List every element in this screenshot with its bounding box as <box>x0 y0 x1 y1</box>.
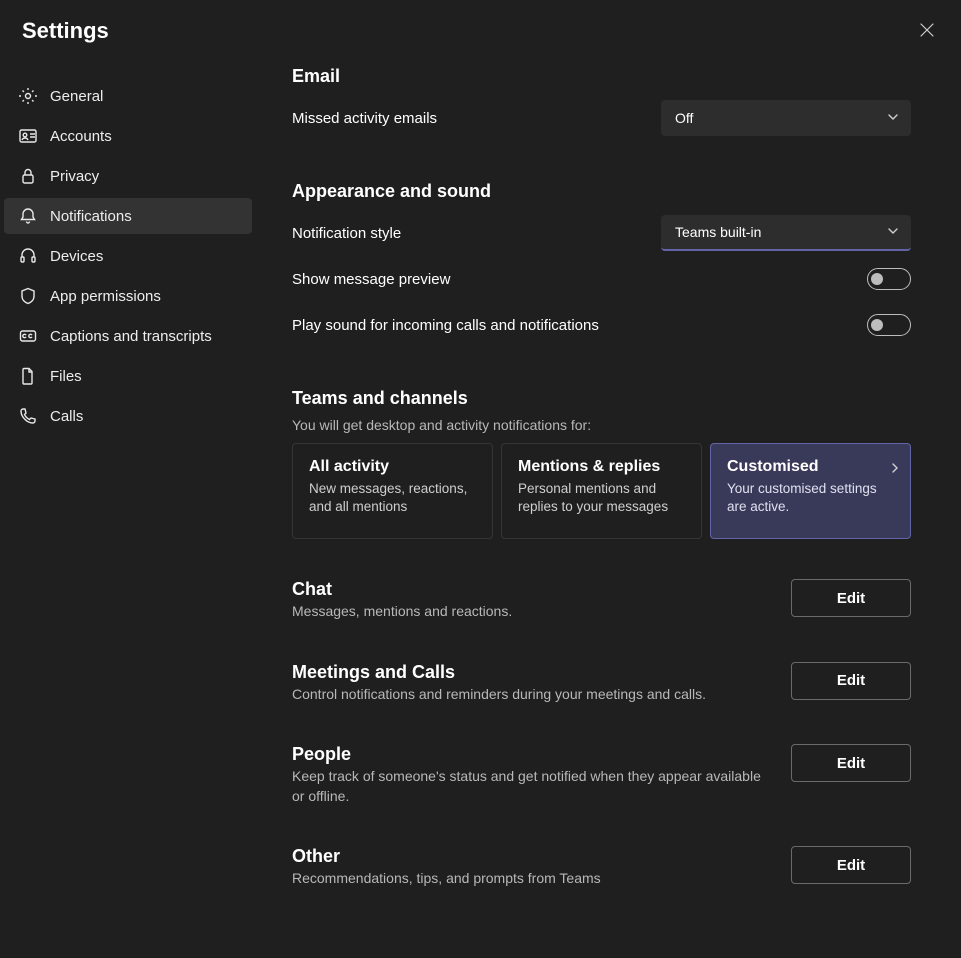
sidebar-item-label: Captions and transcripts <box>50 328 212 345</box>
select-value: Teams built-in <box>675 224 761 240</box>
card-customised[interactable]: Customised Your customised settings are … <box>710 443 911 539</box>
chevron-down-icon <box>887 224 899 240</box>
card-title: Mentions & replies <box>518 458 685 476</box>
shield-icon <box>18 286 38 306</box>
edit-button-other[interactable]: Edit <box>791 846 911 884</box>
sidebar-item-devices[interactable]: Devices <box>4 238 252 274</box>
id-card-icon <box>18 126 38 146</box>
file-icon <box>18 366 38 386</box>
sidebar-item-accounts[interactable]: Accounts <box>4 118 252 154</box>
bell-icon <box>18 206 38 226</box>
sidebar-item-label: General <box>50 88 103 105</box>
section-title-people: People <box>292 744 771 765</box>
sidebar-item-label: Calls <box>50 408 83 425</box>
sidebar-item-captions-transcripts[interactable]: Captions and transcripts <box>4 318 252 354</box>
sidebar: General Accounts Privacy Notifications D <box>0 54 256 954</box>
edit-button-meetings[interactable]: Edit <box>791 662 911 700</box>
page-title: Settings <box>22 18 109 44</box>
chevron-down-icon <box>887 110 899 126</box>
select-notification-style[interactable]: Teams built-in <box>661 215 911 251</box>
section-desc-chat: Messages, mentions and reactions. <box>292 602 771 622</box>
sidebar-item-privacy[interactable]: Privacy <box>4 158 252 194</box>
lock-icon <box>18 166 38 186</box>
toggle-play-sound[interactable] <box>867 314 911 336</box>
card-all-activity[interactable]: All activity New messages, reactions, an… <box>292 443 493 539</box>
headset-icon <box>18 246 38 266</box>
sidebar-item-label: Notifications <box>50 208 132 225</box>
select-missed-activity-emails[interactable]: Off <box>661 100 911 136</box>
sidebar-item-label: Accounts <box>50 128 112 145</box>
sidebar-item-calls[interactable]: Calls <box>4 398 252 434</box>
section-subtitle-teams-channels: You will get desktop and activity notifi… <box>292 417 911 433</box>
main-content: Email Missed activity emails Off Appeara… <box>256 54 961 954</box>
card-desc: New messages, reactions, and all mention… <box>309 480 476 516</box>
cc-icon <box>18 326 38 346</box>
card-desc: Your customised settings are active. <box>727 480 894 516</box>
label-show-message-preview: Show message preview <box>292 271 450 288</box>
sidebar-item-label: Devices <box>50 248 103 265</box>
section-title-teams-channels: Teams and channels <box>292 388 911 409</box>
card-title: All activity <box>309 458 476 476</box>
sidebar-item-general[interactable]: General <box>4 78 252 114</box>
section-title-appearance: Appearance and sound <box>292 181 911 202</box>
close-button[interactable] <box>915 18 939 42</box>
sidebar-item-notifications[interactable]: Notifications <box>4 198 252 234</box>
sidebar-item-files[interactable]: Files <box>4 358 252 394</box>
select-value: Off <box>675 110 693 126</box>
label-play-sound: Play sound for incoming calls and notifi… <box>292 317 599 334</box>
section-desc-people: Keep track of someone's status and get n… <box>292 767 771 806</box>
label-notification-style: Notification style <box>292 225 401 242</box>
sidebar-item-label: Privacy <box>50 168 99 185</box>
sidebar-item-label: Files <box>50 368 82 385</box>
edit-button-chat[interactable]: Edit <box>791 579 911 617</box>
card-desc: Personal mentions and replies to your me… <box>518 480 685 516</box>
section-title-email: Email <box>292 66 911 87</box>
card-mentions-replies[interactable]: Mentions & replies Personal mentions and… <box>501 443 702 539</box>
section-title-other: Other <box>292 846 771 867</box>
sidebar-item-label: App permissions <box>50 288 161 305</box>
section-title-meetings: Meetings and Calls <box>292 662 771 683</box>
section-desc-other: Recommendations, tips, and prompts from … <box>292 869 771 889</box>
gear-icon <box>18 86 38 106</box>
sidebar-item-app-permissions[interactable]: App permissions <box>4 278 252 314</box>
label-missed-activity-emails: Missed activity emails <box>292 110 437 127</box>
phone-icon <box>18 406 38 426</box>
section-title-chat: Chat <box>292 579 771 600</box>
toggle-show-message-preview[interactable] <box>867 268 911 290</box>
section-desc-meetings: Control notifications and reminders duri… <box>292 685 771 705</box>
card-title: Customised <box>727 458 894 476</box>
edit-button-people[interactable]: Edit <box>791 744 911 782</box>
chevron-right-icon <box>890 460 900 476</box>
close-icon <box>919 22 935 38</box>
